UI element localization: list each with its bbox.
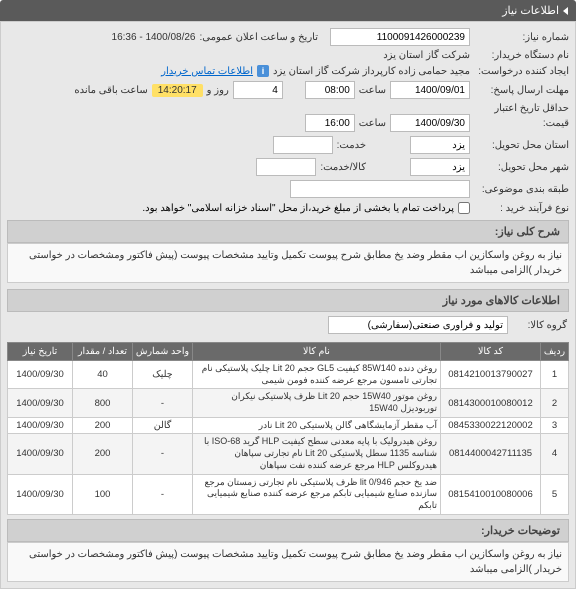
panel-header: اطلاعات نیاز — [0, 0, 576, 21]
cell-code: 0814300010080012 — [441, 389, 541, 417]
cell-qty: 800 — [73, 389, 133, 417]
items-section-title: اطلاعات کالاهای مورد نیاز — [7, 289, 569, 312]
cell-n: 4 — [541, 434, 569, 474]
cell-name: روغن هیدرولیک با پایه معدنی سطح کیفیت HL… — [193, 434, 441, 474]
cell-n: 5 — [541, 474, 569, 514]
goods-service-input[interactable] — [256, 158, 316, 176]
cell-unit: گالن — [133, 417, 193, 434]
req-no-input[interactable] — [330, 28, 470, 46]
pay-checkbox[interactable] — [458, 202, 470, 214]
table-row: 50815410010080006ضد یخ حجم lit 0/946 ظرف… — [8, 474, 569, 514]
remaining-label: ساعت باقی مانده — [74, 85, 147, 96]
cell-date: 1400/09/30 — [8, 417, 73, 434]
days-input[interactable] — [233, 81, 283, 99]
cell-qty: 40 — [73, 361, 133, 389]
multi-input[interactable] — [290, 180, 470, 198]
cell-date: 1400/09/30 — [8, 361, 73, 389]
multi-label: طبقه بندی موضوعی: — [474, 184, 569, 195]
goods-service-label: کالا/خدمت: — [320, 162, 366, 173]
cell-name: روغن موتور 15W40 حجم 20 Lit ظرف پلاستیکی… — [193, 389, 441, 417]
announce-label: تاریخ و ساعت اعلان عمومی: — [200, 32, 319, 43]
cell-code: 0845330022120002 — [441, 417, 541, 434]
group-label: گروه کالا: — [512, 320, 567, 331]
group-input[interactable] — [328, 316, 508, 334]
cell-n: 2 — [541, 389, 569, 417]
cell-unit: - — [133, 474, 193, 514]
cell-unit: چلیک — [133, 361, 193, 389]
cell-code: 0815410010080006 — [441, 474, 541, 514]
notes-text: نیاز به روغن واسکازین اب مقطر وضد یخ مطا… — [7, 542, 569, 582]
th-row: ردیف — [541, 343, 569, 361]
reply-date-input[interactable] — [390, 81, 470, 99]
buy-type-label: نوع فرآیند خرید : — [474, 203, 569, 214]
cell-name: ضد یخ حجم lit 0/946 ظرف پلاستیکی نام تجا… — [193, 474, 441, 514]
creator-label: ایجاد کننده درخواست: — [474, 66, 569, 77]
chevron-icon — [563, 7, 568, 15]
cell-unit: - — [133, 434, 193, 474]
notes-section-title: توضیحات خریدار: — [7, 519, 569, 542]
reply-time-input[interactable] — [305, 81, 355, 99]
cell-date: 1400/09/30 — [8, 474, 73, 514]
credit-label: حداقل تاریخ اعتبار — [474, 103, 569, 114]
cell-qty: 100 — [73, 474, 133, 514]
time-label-1: ساعت — [359, 85, 386, 96]
buyer-org-label: نام دستگاه خریدار: — [474, 50, 569, 61]
cell-n: 1 — [541, 361, 569, 389]
cell-n: 3 — [541, 417, 569, 434]
province-label: استان محل تحویل: — [474, 140, 569, 151]
cell-name: روغن دنده 85W140 کیفیت GL5 حجم Lit 20 چل… — [193, 361, 441, 389]
cell-qty: 200 — [73, 417, 133, 434]
time-label-2: ساعت — [359, 118, 386, 129]
reply-deadline-label: مهلت ارسال پاسخ: — [474, 85, 569, 96]
info-icon: i — [257, 65, 269, 77]
desc-section-title: شرح کلی نیاز: — [7, 220, 569, 243]
items-table: ردیف کد کالا نام کالا واحد شمارش تعداد /… — [7, 342, 569, 515]
cell-qty: 200 — [73, 434, 133, 474]
th-date: تاریخ نیاز — [8, 343, 73, 361]
service-input[interactable] — [273, 136, 333, 154]
contact-link[interactable]: اطلاعات تماس خریدار — [161, 66, 253, 77]
buyer-org-value: شرکت گاز استان یزد — [383, 50, 470, 61]
cell-date: 1400/09/30 — [8, 389, 73, 417]
cell-date: 1400/09/30 — [8, 434, 73, 474]
desc-text: نیاز به روغن واسکازین اب مقطر وضد یخ مطا… — [7, 243, 569, 283]
cell-name: آب مقطر آزمایشگاهی گالن پلاستیکی 20 Lit … — [193, 417, 441, 434]
creator-value: مجید حمامی زاده کارپرداز شرکت گاز استان … — [273, 66, 470, 77]
pay-note: پرداخت تمام یا بخشی از مبلغ خرید،از محل … — [142, 203, 454, 214]
days-label: روز و — [207, 85, 229, 96]
announce-value: 1400/08/26 - 16:36 — [112, 32, 196, 43]
city-label: شهر محل تحویل: — [474, 162, 569, 173]
panel-body: شماره نیاز: تاریخ و ساعت اعلان عمومی: 14… — [0, 21, 576, 589]
timer-badge: 14:20:17 — [152, 84, 203, 97]
service-label: خدمت: — [337, 140, 366, 151]
table-row: 20814300010080012روغن موتور 15W40 حجم 20… — [8, 389, 569, 417]
req-no-label: شماره نیاز: — [474, 32, 569, 43]
table-row: 40814400042711135روغن هیدرولیک با پایه م… — [8, 434, 569, 474]
cell-code: 0814400042711135 — [441, 434, 541, 474]
th-code: کد کالا — [441, 343, 541, 361]
th-qty: تعداد / مقدار — [73, 343, 133, 361]
credit-date-input[interactable] — [390, 114, 470, 132]
cell-code: 0814210013790027 — [441, 361, 541, 389]
panel-title: اطلاعات نیاز — [502, 4, 559, 17]
th-name: نام کالا — [193, 343, 441, 361]
price-label: قیمت: — [474, 118, 569, 129]
cell-unit: - — [133, 389, 193, 417]
table-row: 10814210013790027روغن دنده 85W140 کیفیت … — [8, 361, 569, 389]
table-row: 30845330022120002آب مقطر آزمایشگاهی گالن… — [8, 417, 569, 434]
th-unit: واحد شمارش — [133, 343, 193, 361]
province-input[interactable] — [410, 136, 470, 154]
credit-time-input[interactable] — [305, 114, 355, 132]
city-input[interactable] — [410, 158, 470, 176]
